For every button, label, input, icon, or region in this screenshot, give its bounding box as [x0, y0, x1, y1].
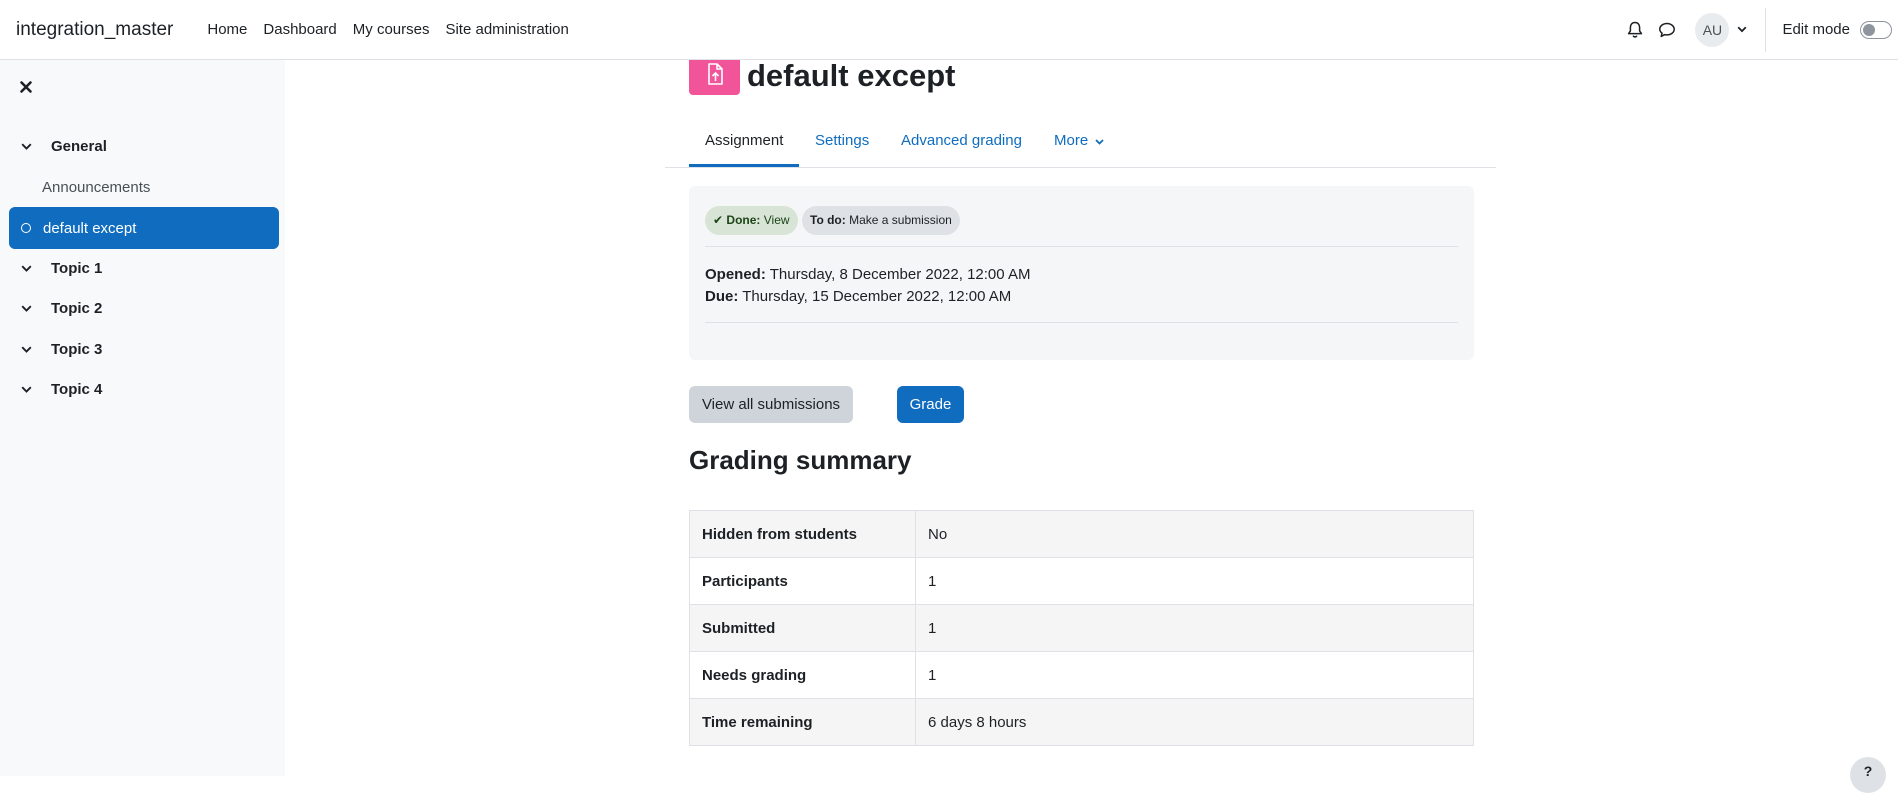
avatar[interactable]: AU [1695, 12, 1730, 47]
row-key: Participants [689, 557, 916, 605]
tab-assignment[interactable]: Assignment [689, 119, 800, 167]
table-row: Hidden from students No [689, 510, 1474, 558]
row-value: 1 [915, 604, 1474, 652]
activity-dates: Opened: Thursday, 8 December 2022, 12:00… [705, 264, 1030, 308]
page-title: default except [747, 58, 956, 93]
row-value: 1 [915, 557, 1474, 605]
row-key: Submitted [689, 604, 916, 652]
drawer-section-topic-4[interactable]: Topic 4 [9, 368, 279, 410]
opened-value: Thursday, 8 December 2022, 12:00 AM [769, 266, 1031, 283]
chevron-down-icon[interactable] [21, 346, 35, 353]
course-index-drawer: General Announcements default except Top… [0, 60, 285, 776]
navbar-divider [1765, 7, 1767, 52]
drawer-item-label: Topic 3 [51, 340, 103, 358]
due-value: Thursday, 15 December 2022, 12:00 AM [742, 288, 1012, 305]
tab-more-label: More [1054, 132, 1089, 149]
chevron-down-icon[interactable] [1737, 26, 1747, 33]
row-value: 1 [915, 651, 1474, 699]
row-value: No [915, 510, 1474, 558]
drawer-item-label: Topic 4 [51, 380, 103, 398]
row-key: Time remaining [689, 698, 916, 746]
row-key: Hidden from students [689, 510, 916, 558]
tab-more[interactable]: More [1054, 119, 1104, 167]
nav-dashboard[interactable]: Dashboard [263, 21, 336, 38]
chevron-down-icon[interactable] [21, 305, 35, 312]
drawer-item-announcements[interactable]: Announcements [9, 166, 279, 208]
edit-mode-toggle[interactable] [1860, 20, 1892, 39]
drawer-section-topic-3[interactable]: Topic 3 [9, 328, 279, 370]
activity-information: ✔ Done: View To do: Make a submission Op… [689, 186, 1474, 360]
primary-navigation: Home Dashboard My courses Site administr… [191, 21, 569, 38]
completion-circle-icon [21, 223, 31, 233]
grading-summary-heading: Grading summary [689, 445, 912, 475]
opened-label: Opened: [705, 266, 766, 283]
check-icon: ✔ [713, 213, 724, 227]
main-content: default except Assignment Settings Advan… [285, 52, 1898, 776]
table-row: Participants 1 [689, 557, 1474, 605]
chat-icon[interactable] [1657, 20, 1677, 40]
done-value: View [763, 213, 790, 227]
divider [705, 322, 1458, 323]
tab-advanced-grading[interactable]: Advanced grading [901, 119, 1022, 167]
nav-home[interactable]: Home [207, 21, 247, 38]
done-label: Done: [726, 213, 761, 227]
grade-button[interactable]: Grade [897, 386, 964, 423]
bell-icon[interactable] [1625, 20, 1645, 40]
chevron-down-icon[interactable] [21, 386, 35, 393]
drawer-item-label: General [51, 137, 107, 155]
due-date: Due: Thursday, 15 December 2022, 12:00 A… [705, 286, 1030, 308]
chevron-down-icon [1095, 139, 1104, 145]
drawer-item-label: Topic 2 [51, 299, 103, 317]
todo-value: Make a submission [849, 213, 952, 227]
nav-my-courses[interactable]: My courses [353, 21, 430, 38]
chevron-down-icon[interactable] [21, 143, 35, 150]
help-button[interactable]: ? [1850, 757, 1886, 793]
grading-summary-table: Hidden from students No Participants 1 Sub… [689, 510, 1474, 746]
drawer-item-default-except[interactable]: default except [9, 207, 279, 249]
user-controls: AU Edit mode [1625, 0, 1898, 59]
secondary-navigation: Assignment Settings Advanced grading Mor… [665, 119, 1496, 168]
top-navbar: integration_master Home Dashboard My cou… [0, 0, 1898, 60]
drawer-section-general[interactable]: General [9, 125, 279, 167]
row-key: Needs grading [689, 651, 916, 699]
row-value: 6 days 8 hours [915, 698, 1474, 746]
todo-label: To do: [810, 213, 846, 227]
table-row: Time remaining 6 days 8 hours [689, 698, 1474, 746]
drawer-item-label: default except [43, 219, 137, 237]
drawer-section-topic-2[interactable]: Topic 2 [9, 287, 279, 329]
table-row: Needs grading 1 [689, 651, 1474, 699]
drawer-section-topic-1[interactable]: Topic 1 [9, 247, 279, 289]
drawer-item-label: Topic 1 [51, 259, 103, 277]
toggle-knob [1863, 23, 1875, 36]
nav-site-administration[interactable]: Site administration [445, 21, 568, 38]
completion-done-badge: ✔ Done: View [705, 206, 798, 235]
site-brand[interactable]: integration_master [16, 19, 173, 41]
divider [705, 246, 1458, 247]
tab-settings[interactable]: Settings [815, 119, 869, 167]
chevron-down-icon[interactable] [21, 265, 35, 272]
view-all-submissions-button[interactable]: View all submissions [689, 386, 853, 423]
due-label: Due: [705, 288, 739, 305]
edit-mode-label: Edit mode [1782, 21, 1850, 38]
close-icon[interactable] [19, 80, 33, 94]
completion-todo-badge: To do: Make a submission [802, 206, 960, 235]
drawer-item-label: Announcements [42, 178, 151, 196]
opened-date: Opened: Thursday, 8 December 2022, 12:00… [705, 264, 1030, 286]
table-row: Submitted 1 [689, 604, 1474, 652]
